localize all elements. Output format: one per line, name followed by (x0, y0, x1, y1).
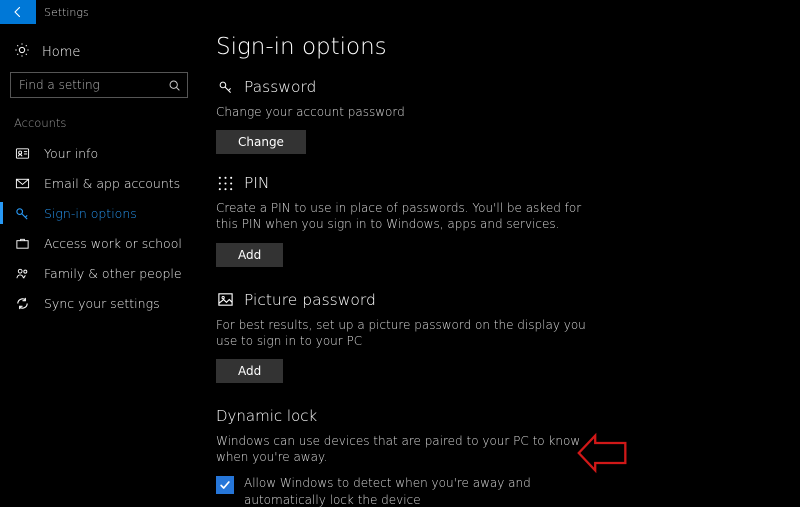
key-icon (14, 205, 30, 221)
dynamic-lock-group: Dynamic lock Windows can use devices tha… (216, 407, 586, 507)
sidebar-item-family[interactable]: Family & other people (0, 258, 200, 288)
add-picture-button[interactable]: Add (216, 359, 283, 383)
arrow-left-icon (12, 6, 24, 18)
people-icon (14, 265, 30, 281)
picture-group: Picture password For best results, set u… (216, 291, 586, 383)
picture-title: Picture password (244, 291, 376, 309)
content-area: Sign-in options Password Change your acc… (200, 24, 800, 507)
dynamic-lock-desc: Windows can use devices that are paired … (216, 433, 586, 465)
briefcase-icon (14, 235, 30, 251)
add-pin-button[interactable]: Add (216, 243, 283, 267)
title-bar: Settings (0, 0, 800, 24)
search-input[interactable] (19, 78, 168, 92)
sidebar-item-signin[interactable]: Sign-in options (0, 198, 200, 228)
dynamic-lock-checkbox-row[interactable]: Allow Windows to detect when you're away… (216, 475, 586, 507)
sidebar-item-label: Family & other people (44, 266, 182, 281)
dynamic-lock-title: Dynamic lock (216, 407, 586, 425)
picture-icon (216, 291, 234, 309)
sidebar-item-work[interactable]: Access work or school (0, 228, 200, 258)
sidebar-item-label: Sync your settings (44, 296, 160, 311)
person-badge-icon (14, 145, 30, 161)
sidebar-item-sync[interactable]: Sync your settings (0, 288, 200, 318)
sidebar-item-label: Sign-in options (44, 206, 137, 221)
sidebar-item-your-info[interactable]: Your info (0, 138, 200, 168)
pin-group: PIN Create a PIN to use in place of pass… (216, 174, 586, 266)
keypad-icon (216, 174, 234, 192)
change-password-button[interactable]: Change (216, 130, 306, 154)
window-title: Settings (36, 0, 89, 24)
pin-title: PIN (244, 174, 270, 192)
password-title: Password (244, 78, 316, 96)
sidebar-item-label: Your info (44, 146, 98, 161)
sidebar: Home Accounts Your info Email & app acco… (0, 24, 200, 507)
mail-icon (14, 175, 30, 191)
home-label: Home (42, 45, 80, 60)
search-box[interactable] (10, 72, 188, 98)
picture-desc: For best results, set up a picture passw… (216, 317, 586, 349)
checkmark-icon (219, 479, 231, 491)
sidebar-item-label: Email & app accounts (44, 176, 180, 191)
password-group: Password Change your account password Ch… (216, 78, 586, 154)
search-icon (168, 79, 181, 92)
sidebar-item-label: Access work or school (44, 236, 182, 251)
sync-icon (14, 295, 30, 311)
dynamic-lock-checkbox-label: Allow Windows to detect when you're away… (244, 475, 544, 507)
page-title: Sign-in options (216, 34, 772, 60)
gear-icon (14, 42, 30, 62)
section-label: Accounts (0, 112, 200, 138)
pin-desc: Create a PIN to use in place of password… (216, 200, 586, 232)
home-link[interactable]: Home (0, 36, 200, 72)
dynamic-lock-checkbox[interactable] (216, 476, 234, 494)
key-icon (216, 78, 234, 96)
back-button[interactable] (0, 0, 36, 24)
sidebar-item-email[interactable]: Email & app accounts (0, 168, 200, 198)
password-desc: Change your account password (216, 104, 586, 120)
